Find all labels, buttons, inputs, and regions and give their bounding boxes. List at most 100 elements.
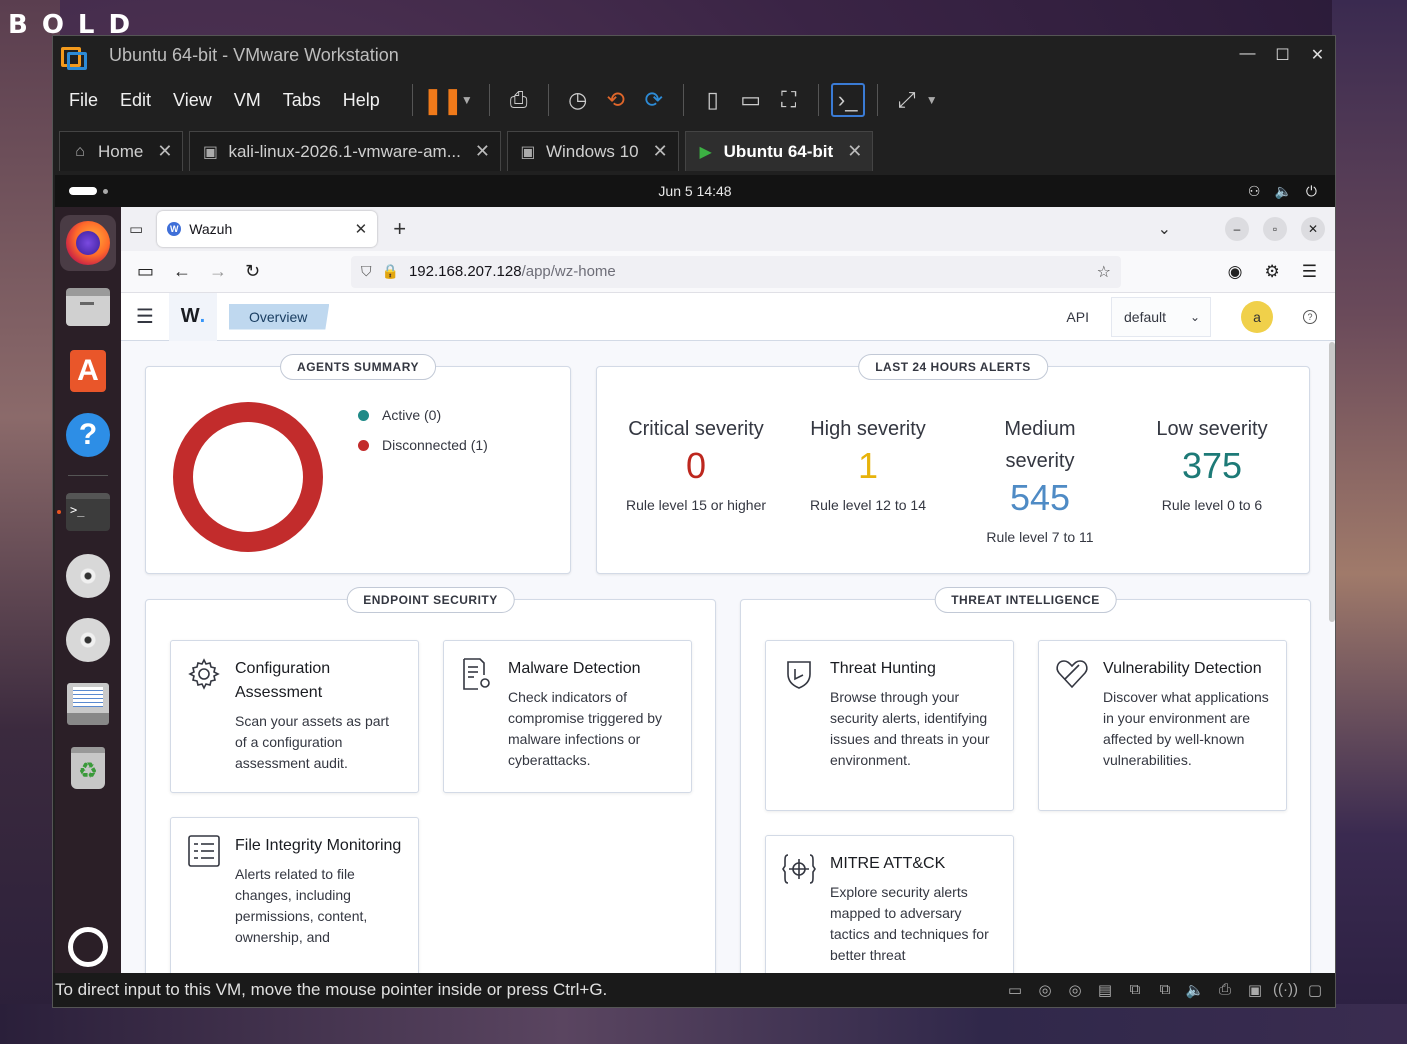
high-severity[interactable]: High severity 1 Rule level 12 to 14 <box>783 413 953 513</box>
dock-show-apps[interactable] <box>60 919 116 975</box>
overview-content: AGENTS SUMMARY Active (0) Disconnected (… <box>121 342 1335 975</box>
restore-icon[interactable]: ▫ <box>1263 217 1287 241</box>
show-library-icon[interactable]: ▯ <box>696 83 730 117</box>
breadcrumb[interactable]: Overview <box>229 303 330 330</box>
sound-card-icon[interactable]: 🔈 <box>1183 981 1207 999</box>
vm-tab-home[interactable]: ⌂ Home ✕ <box>59 131 184 171</box>
minimize-icon[interactable]: — <box>1230 45 1265 65</box>
snapshot-manager-icon[interactable]: ⟳ <box>637 83 671 117</box>
browser-tab-wazuh[interactable]: W Wazuh ✕ <box>157 211 378 247</box>
close-tab-icon[interactable]: ✕ <box>653 141 668 162</box>
severity-subtitle: Rule level 0 to 6 <box>1161 497 1263 513</box>
power-icon: ⏻ <box>1305 182 1317 199</box>
pause-dropdown-icon[interactable]: ▼ <box>461 93 473 107</box>
card-configuration-assessment[interactable]: Configuration Assessment Scan your asset… <box>170 640 419 793</box>
card-description: Discover what applications in your envir… <box>1103 689 1269 768</box>
close-tab-icon[interactable]: ✕ <box>475 141 490 162</box>
card-file-integrity-monitoring[interactable]: File Integrity Monitoring Alerts related… <box>170 817 419 975</box>
dock-floppy[interactable] <box>60 676 116 732</box>
page-scrollbar[interactable] <box>1329 342 1335 622</box>
close-tab-icon[interactable]: ✕ <box>847 141 862 162</box>
card-malware-detection[interactable]: Malware Detection Check indicators of co… <box>443 640 692 793</box>
dock-disc-2[interactable] <box>60 612 116 668</box>
stretch-dropdown-icon[interactable]: ▼ <box>926 93 938 107</box>
message-log-icon[interactable]: ▢ <box>1303 981 1327 999</box>
vm-tab-ubuntu[interactable]: ▶ Ubuntu 64-bit ✕ <box>684 131 874 171</box>
disc-icon <box>66 554 110 598</box>
avatar[interactable]: a <box>1241 300 1273 333</box>
network-adapter-icon[interactable]: ⧉ <box>1123 981 1147 999</box>
menu-view[interactable]: View <box>173 90 212 111</box>
menu-file[interactable]: File <box>69 90 98 111</box>
camera-icon[interactable]: ▣ <box>1243 981 1267 999</box>
menu-help[interactable]: Help <box>343 90 380 111</box>
medium-severity[interactable]: Medium severity 545 Rule level 7 to 11 <box>975 413 1105 545</box>
cd-dvd-icon[interactable]: ◎ <box>1033 981 1057 999</box>
guest-screen[interactable]: Jun 5 14:48 ⚇ 🔈 ⏻ A ? >_ ♻ ▭ W Wazuh ✕ +… <box>55 175 1335 975</box>
api-select[interactable]: default ⌄ <box>1111 296 1211 337</box>
maximize-icon[interactable]: ☐ <box>1265 45 1300 65</box>
card-mitre-attack[interactable]: MITRE ATT&CK Explore security alerts map… <box>765 835 1014 975</box>
vm-tab-kali[interactable]: ▣ kali-linux-2026.1-vmware-am... ✕ <box>189 131 501 171</box>
bookmark-star-icon[interactable]: ☆ <box>1097 262 1111 282</box>
send-ctrl-alt-del-icon[interactable]: ⎙ <box>502 83 536 117</box>
card-vulnerability-detection[interactable]: Vulnerability Detection Discover what ap… <box>1038 640 1287 811</box>
hard-disk-icon[interactable]: ▭ <box>1003 981 1027 999</box>
window-title: Ubuntu 64-bit - VMware Workstation <box>109 44 399 65</box>
close-icon[interactable]: ✕ <box>1300 45 1335 65</box>
forward-icon[interactable]: → <box>209 261 245 282</box>
account-icon[interactable]: ◉ <box>1228 262 1243 282</box>
dock-disc-1[interactable] <box>60 548 116 604</box>
low-severity[interactable]: Low severity 375 Rule level 0 to 6 <box>1127 413 1297 513</box>
clock[interactable]: Jun 5 14:48 <box>658 183 731 199</box>
wazuh-logo[interactable]: W. <box>169 293 217 341</box>
network-adapter-icon[interactable]: ⧉ <box>1153 981 1177 999</box>
system-menu[interactable]: ⚇ 🔈 ⏻ <box>1248 183 1317 200</box>
vm-tab-windows10[interactable]: ▣ Windows 10 ✕ <box>506 131 679 171</box>
hamburger-menu-icon[interactable]: ☰ <box>121 304 169 329</box>
dock-firefox[interactable] <box>60 215 116 271</box>
url-bar[interactable]: ⛉ 🔒 192.168.207.128 /app/wz-home ☆ <box>351 255 1121 288</box>
snapshot-icon[interactable]: ◷ <box>561 83 595 117</box>
thumbnail-bar-icon[interactable]: ▭ <box>734 83 768 117</box>
dock-files[interactable] <box>60 279 116 335</box>
reload-icon[interactable]: ↻ <box>245 261 281 282</box>
dock-help[interactable]: ? <box>60 407 116 463</box>
wireless-icon[interactable]: ((·)) <box>1273 981 1298 999</box>
home-icon: ⌂ <box>75 142 85 160</box>
menu-edit[interactable]: Edit <box>120 90 151 111</box>
dock-trash[interactable]: ♻ <box>60 740 116 796</box>
full-screen-icon[interactable]: ⛶ <box>772 83 806 117</box>
floppy-icon[interactable]: ▤ <box>1093 981 1117 999</box>
document-gear-icon <box>463 658 490 690</box>
console-view-icon[interactable]: ›_ <box>830 83 865 117</box>
workspace-indicator[interactable] <box>69 187 97 195</box>
printer-icon[interactable]: ⎙ <box>1213 981 1237 999</box>
back-icon[interactable]: ← <box>173 261 209 282</box>
critical-severity[interactable]: Critical severity 0 Rule level 15 or hig… <box>611 413 781 513</box>
dock-app-center[interactable]: A <box>60 343 116 399</box>
tab-overview-icon[interactable]: ▭ <box>129 220 143 238</box>
cd-dvd-icon[interactable]: ◎ <box>1063 981 1087 999</box>
close-tab-icon[interactable]: ✕ <box>157 141 172 162</box>
close-icon[interactable]: ✕ <box>1301 217 1325 241</box>
dock-terminal[interactable]: >_ <box>57 484 116 540</box>
stretch-guest-icon[interactable]: ⤢ <box>890 83 924 117</box>
card-threat-hunting[interactable]: Threat Hunting Browse through your secur… <box>765 640 1014 811</box>
new-tab-icon[interactable]: + <box>393 216 406 242</box>
list-tabs-icon[interactable]: ⌄ <box>1158 219 1171 239</box>
menu-icon[interactable]: ☰ <box>1302 262 1317 282</box>
legend-disconnected[interactable]: Disconnected (1) <box>358 437 488 453</box>
pause-icon[interactable]: ❚❚ <box>422 83 464 117</box>
menu-tabs[interactable]: Tabs <box>283 90 321 111</box>
extensions-icon[interactable]: ⚙ <box>1265 262 1280 282</box>
sidebar-icon[interactable]: ▭ <box>137 261 173 282</box>
severity-value: 1 <box>857 445 879 486</box>
revert-snapshot-icon[interactable]: ⟲ <box>599 83 633 117</box>
disconnected-ring[interactable] <box>173 402 323 552</box>
help-icon[interactable]: ? <box>1303 309 1317 324</box>
minimize-icon[interactable]: – <box>1225 217 1249 241</box>
menu-vm[interactable]: VM <box>234 90 261 111</box>
close-tab-icon[interactable]: ✕ <box>355 220 368 238</box>
legend-active[interactable]: Active (0) <box>358 407 488 423</box>
